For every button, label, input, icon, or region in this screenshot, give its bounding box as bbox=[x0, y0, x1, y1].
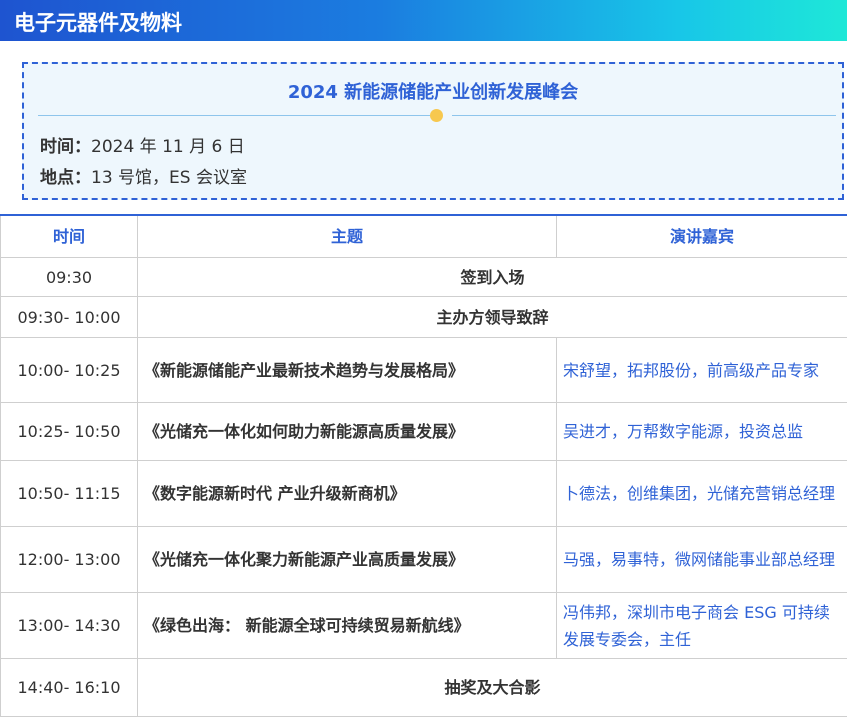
row-topic: 《绿色出海： 新能源全球可持续贸易新航线》 bbox=[138, 593, 557, 659]
divider-line-left bbox=[38, 115, 430, 116]
divider-line-right bbox=[452, 115, 836, 116]
row-speaker: 冯伟邦，深圳市电子商会 ESG 可持续发展专委会，主任 bbox=[557, 593, 847, 659]
table-row: 13:00- 14:30 《绿色出海： 新能源全球可持续贸易新航线》 冯伟邦，深… bbox=[1, 593, 847, 659]
event-info-box: 2024 新能源储能产业创新发展峰会 时间：2024 年 11 月 6 日 地点… bbox=[22, 62, 844, 200]
event-place: 地点：13 号馆，ES 会议室 bbox=[40, 163, 247, 188]
table-row: 12:00- 13:00 《光储充一体化聚力新能源产业高质量发展》 马强，易事特… bbox=[1, 527, 847, 593]
header-time: 时间 bbox=[1, 215, 138, 258]
row-topic: 《光储充一体化如何助力新能源高质量发展》 bbox=[138, 403, 557, 461]
agenda-table: 时间 主题 演讲嘉宾 09:30 签到入场 09:30- 10:00 主办方领导… bbox=[0, 214, 847, 717]
table-header-row: 时间 主题 演讲嘉宾 bbox=[1, 215, 847, 258]
time-value: 2024 年 11 月 6 日 bbox=[91, 137, 245, 157]
row-topic: 《新能源储能产业最新技术趋势与发展格局》 bbox=[138, 338, 557, 403]
row-time: 09:30- 10:00 bbox=[1, 297, 138, 338]
section-title: 电子元器件及物料 bbox=[14, 7, 182, 37]
row-time: 13:00- 14:30 bbox=[1, 593, 138, 659]
table-row: 10:00- 10:25 《新能源储能产业最新技术趋势与发展格局》 宋舒望，拓邦… bbox=[1, 338, 847, 403]
section-header: 电子元器件及物料 bbox=[0, 0, 847, 41]
table-row: 09:30- 10:00 主办方领导致辞 bbox=[1, 297, 847, 338]
table-row: 09:30 签到入场 bbox=[1, 258, 847, 297]
row-time: 14:40- 16:10 bbox=[1, 659, 138, 717]
time-label: 时间： bbox=[40, 137, 91, 157]
row-topic: 签到入场 bbox=[138, 258, 847, 297]
divider-dot bbox=[430, 109, 443, 122]
row-topic: 抽奖及大合影 bbox=[138, 659, 847, 717]
row-topic: 主办方领导致辞 bbox=[138, 297, 847, 338]
row-topic: 《光储充一体化聚力新能源产业高质量发展》 bbox=[138, 527, 557, 593]
row-speaker: 吴进才，万帮数字能源，投资总监 bbox=[557, 403, 847, 461]
row-speaker: 宋舒望，拓邦股份，前高级产品专家 bbox=[557, 338, 847, 403]
header-topic: 主题 bbox=[138, 215, 557, 258]
row-time: 10:00- 10:25 bbox=[1, 338, 138, 403]
event-title: 2024 新能源储能产业创新发展峰会 bbox=[24, 78, 842, 104]
row-speaker: 马强，易事特，微网储能事业部总经理 bbox=[557, 527, 847, 593]
row-topic: 《数字能源新时代 产业升级新商机》 bbox=[138, 461, 557, 527]
table-row: 14:40- 16:10 抽奖及大合影 bbox=[1, 659, 847, 717]
row-time: 12:00- 13:00 bbox=[1, 527, 138, 593]
place-label: 地点： bbox=[40, 168, 91, 188]
row-speaker: 卜德法，创维集团，光储充营销总经理 bbox=[557, 461, 847, 527]
table-row: 10:50- 11:15 《数字能源新时代 产业升级新商机》 卜德法，创维集团，… bbox=[1, 461, 847, 527]
event-time: 时间：2024 年 11 月 6 日 bbox=[40, 132, 245, 157]
row-time: 10:50- 11:15 bbox=[1, 461, 138, 527]
header-speaker: 演讲嘉宾 bbox=[557, 215, 847, 258]
place-value: 13 号馆，ES 会议室 bbox=[91, 168, 247, 188]
row-time: 10:25- 10:50 bbox=[1, 403, 138, 461]
row-time: 09:30 bbox=[1, 258, 138, 297]
table-row: 10:25- 10:50 《光储充一体化如何助力新能源高质量发展》 吴进才，万帮… bbox=[1, 403, 847, 461]
